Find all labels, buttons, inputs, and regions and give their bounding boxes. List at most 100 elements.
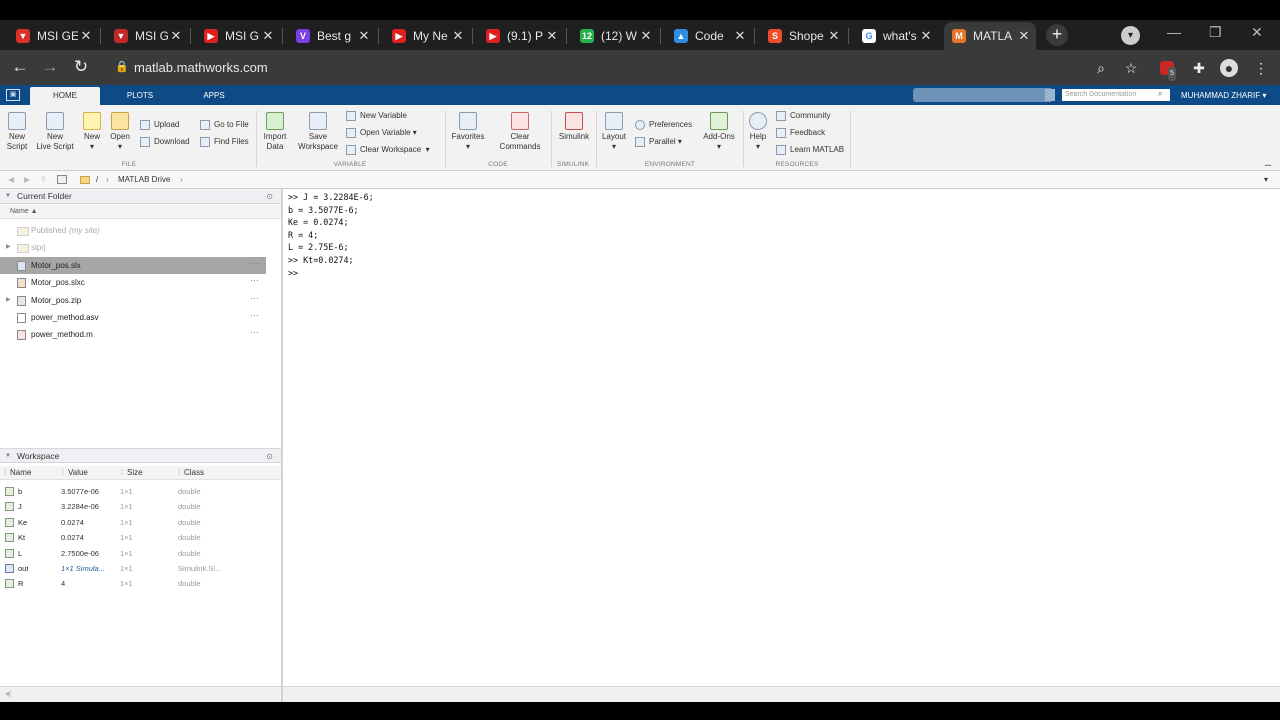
tab-close-icon[interactable]: ✕	[78, 28, 94, 44]
open-variable-button[interactable]: Open Variable ▾	[346, 127, 417, 139]
tab-close-icon[interactable]: ✕	[450, 28, 466, 44]
file-row[interactable]: Motor_pos.slxc ···	[0, 274, 266, 291]
learn-matlab-link[interactable]: Learn MATLAB	[776, 144, 844, 156]
file-row[interactable]: ▶ slprj	[0, 239, 266, 256]
minimize-icon[interactable]: —	[1167, 24, 1181, 40]
browse-folder-icon[interactable]	[57, 175, 67, 184]
profile-avatar[interactable]: ●	[1220, 59, 1238, 77]
column-value[interactable]: Value	[68, 466, 88, 480]
browser-tab[interactable]: V Best g ✕	[288, 22, 376, 50]
browser-tab[interactable]: ▶ MSI GE✕	[196, 22, 280, 50]
open-button[interactable]: Open ▾	[108, 112, 132, 152]
collapse-triangle-icon[interactable]: ▼	[5, 449, 11, 464]
panel-options-icon[interactable]: ⊙	[266, 449, 273, 464]
quick-access-toolbar[interactable]	[913, 88, 1053, 102]
tab-close-icon[interactable]: ✕	[260, 28, 276, 44]
current-folder-header[interactable]: ▼ Current Folder ⊙	[0, 189, 281, 204]
simulink-button[interactable]: Simulink	[555, 112, 593, 142]
panel-divider[interactable]	[281, 189, 283, 702]
bookmark-star-icon[interactable]: ☆	[1122, 59, 1140, 77]
extension-ublock-icon[interactable]: 5	[1160, 61, 1176, 81]
new-tab-button[interactable]: +	[1046, 24, 1068, 46]
file-row[interactable]: power_method.asv ···	[0, 309, 266, 326]
expand-arrow-icon[interactable]: ▶	[6, 239, 11, 256]
column-size[interactable]: Size	[127, 466, 143, 480]
layout-button[interactable]: Layout ▾	[600, 112, 628, 152]
search-documentation-input[interactable]: Search Documentation	[1062, 89, 1170, 101]
file-more-icon[interactable]: ···	[250, 307, 259, 324]
browser-tab[interactable]: S Shope ✕	[760, 22, 846, 50]
address-bar[interactable]: 🔒 matlab.mathworks.com	[107, 54, 1087, 81]
back-folder-icon[interactable]: ◀	[8, 171, 14, 189]
workspace-row[interactable]: out 1×1 Simula... 1×1 Simulink.Si...	[0, 561, 281, 577]
new-live-script-button[interactable]: New Live Script	[34, 112, 76, 152]
collapse-triangle-icon[interactable]: ▼	[5, 189, 11, 204]
column-class[interactable]: Class	[184, 466, 204, 480]
workspace-row[interactable]: J 3.2284e-06 1×1 double	[0, 499, 281, 515]
collapse-icon[interactable]	[1045, 89, 1055, 101]
address-dropdown-icon[interactable]: ▾	[1264, 171, 1268, 189]
browser-tab[interactable]: ▶ My Ne ✕	[384, 22, 470, 50]
workspace-row[interactable]: L 2.7500e-06 1×1 double	[0, 546, 281, 562]
workspace-row[interactable]: R 4 1×1 double	[0, 576, 281, 592]
workspace-header[interactable]: ▼ Workspace ⊙	[0, 448, 281, 463]
new-variable-button[interactable]: New Variable	[346, 110, 407, 122]
path-matlab-drive[interactable]: MATLAB Drive	[118, 171, 170, 189]
help-button[interactable]: Help ▾	[747, 112, 769, 152]
workspace-row[interactable]: Kt 0.0274 1×1 double	[0, 530, 281, 546]
browser-menu-icon[interactable]: ⋮	[1252, 59, 1270, 77]
current-folder-name-header[interactable]: Name ▲	[0, 205, 281, 219]
collapse-ribbon-icon[interactable]: ▁	[1265, 157, 1271, 166]
favorites-button[interactable]: Favorites ▾	[450, 112, 486, 152]
tab-close-icon[interactable]: ✕	[544, 28, 560, 44]
forward-icon[interactable]: →	[40, 57, 60, 77]
go-to-file-button[interactable]: Go to File	[200, 119, 249, 131]
preferences-button[interactable]: Preferences	[635, 119, 692, 131]
forward-folder-icon[interactable]: ▶	[24, 171, 30, 189]
browser-tab[interactable]: ▶ (9.1) P ✕	[478, 22, 564, 50]
feedback-link[interactable]: Feedback	[776, 127, 825, 139]
new-script-button[interactable]: New Script	[4, 112, 30, 152]
tab-close-icon[interactable]: ✕	[638, 28, 654, 44]
clear-commands-button[interactable]: Clear Commands	[492, 112, 548, 152]
column-name[interactable]: Name	[10, 466, 31, 480]
tab-close-icon[interactable]: ✕	[732, 28, 748, 44]
parallel-button[interactable]: Parallel ▾	[635, 136, 682, 148]
tab-close-icon[interactable]: ✕	[918, 28, 934, 44]
search-icon[interactable]: ⌕	[1092, 59, 1110, 77]
browser-tab[interactable]: M MATLA ✕	[944, 22, 1036, 50]
tab-plots[interactable]: PLOTS	[108, 87, 172, 105]
search-documentation-icon[interactable]: ⌕	[1158, 89, 1162, 99]
new-button[interactable]: New ▾	[80, 112, 104, 152]
expand-arrow-icon[interactable]: ▶	[6, 292, 11, 309]
file-more-icon[interactable]: ···	[250, 290, 259, 307]
command-window-scrollbar[interactable]	[283, 686, 1280, 702]
panel-options-icon[interactable]: ⊙	[266, 189, 273, 204]
browser-tab[interactable]: ▼ MSI GE✕	[106, 22, 188, 50]
tab-home[interactable]: HOME	[30, 87, 100, 105]
file-row[interactable]: ▶ Motor_pos.zip ···	[0, 292, 266, 309]
restore-icon[interactable]: ❐	[1209, 24, 1222, 41]
tab-close-icon[interactable]: ✕	[826, 28, 842, 44]
file-more-icon[interactable]: ···	[250, 324, 259, 341]
tab-close-icon[interactable]: ✕	[1016, 28, 1032, 44]
extensions-puzzle-icon[interactable]: ✚	[1190, 59, 1208, 77]
import-data-button[interactable]: Import Data	[260, 112, 290, 152]
matlab-logo-icon[interactable]: ▣	[6, 89, 20, 101]
file-more-icon[interactable]: ···	[250, 272, 259, 289]
tab-close-icon[interactable]: ✕	[168, 28, 184, 44]
tab-search-icon[interactable]: ▾	[1121, 26, 1140, 45]
file-row[interactable]: power_method.m ···	[0, 326, 266, 343]
user-menu[interactable]: MUHAMMAD ZHARIF ▾	[1181, 87, 1266, 104]
browser-tab[interactable]: 12 (12) W ✕	[572, 22, 658, 50]
file-row[interactable]: Motor_pos.slx ···	[0, 256, 266, 274]
command-window[interactable]: >> J = 3.2284E-6; b = 3.5077E-6; Ke = 0.02…	[288, 191, 1268, 279]
browser-tab[interactable]: ▼ MSI GE✕	[8, 22, 98, 50]
download-button[interactable]: Download	[140, 136, 190, 148]
find-files-button[interactable]: Find Files	[200, 136, 249, 148]
save-workspace-button[interactable]: Save Workspace	[296, 112, 340, 152]
workspace-row[interactable]: b 3.5077e-06 1×1 double	[0, 484, 281, 500]
community-link[interactable]: Community	[776, 110, 830, 122]
clear-workspace-button[interactable]: Clear Workspace ▾	[346, 144, 430, 156]
reload-icon[interactable]: ↻	[71, 57, 91, 77]
